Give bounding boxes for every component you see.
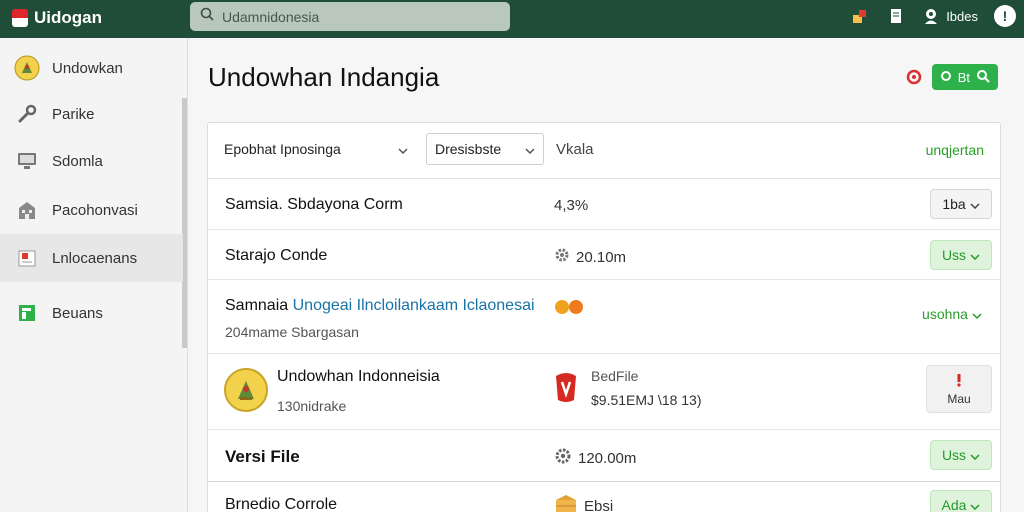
row-meta-value: 120.00m	[578, 449, 637, 467]
row-action-select[interactable]: Uss	[930, 440, 992, 470]
category-select[interactable]: Epobhat Ipnosinga	[216, 133, 416, 165]
help-icon[interactable]: !	[994, 5, 1016, 27]
circle-icon	[940, 70, 952, 85]
type-select-value: Dresisbste	[435, 141, 502, 157]
filter-bar: Epobhat Ipnosinga Dresisbste Vkala unqje…	[208, 123, 1000, 179]
sidebar-item-label: Parike	[52, 105, 95, 123]
chevron-down-icon	[525, 141, 535, 157]
row-action-select[interactable]: usohna	[912, 299, 992, 329]
row-action-select[interactable]: Uss	[930, 240, 992, 270]
filter-link[interactable]: unqjertan	[926, 142, 984, 158]
row-action-select[interactable]: 1ba	[930, 189, 992, 219]
user-icon[interactable]: Ibdes	[922, 6, 978, 26]
row-meta: 120.00m	[554, 447, 636, 469]
row-name-prefix: Samnaia	[225, 297, 289, 314]
table-row[interactable]: Samsia. Sbdayona Corm 4,3% 1ba	[208, 179, 1000, 230]
search-input[interactable]	[222, 8, 502, 25]
top-actions: Ibdes !	[850, 5, 1016, 27]
gear-icon	[554, 447, 572, 469]
search-bar[interactable]	[190, 2, 510, 31]
sidebar-item-pacohonvasi[interactable]: Pacohonvasi	[0, 186, 183, 234]
filter-label: Vkala	[556, 141, 594, 158]
table-row[interactable]: Samnaia Unogeai Ilncloilankaam Iclaonesa…	[208, 280, 1000, 354]
chevron-down-icon	[398, 141, 408, 157]
row-action-label: Ada	[941, 497, 967, 512]
row-action-button[interactable]: Mau	[926, 365, 992, 413]
notification-icon[interactable]	[850, 6, 870, 26]
brand-name: Uidogan	[34, 8, 102, 27]
chevron-down-icon	[970, 196, 980, 212]
row-action-label: usohna	[922, 306, 968, 322]
row-action-label: 1ba	[942, 196, 966, 212]
top-bar: Uidogan Ibdes !	[0, 0, 1024, 38]
table-row[interactable]: Brnedio Corrole Ebsi Ada	[208, 482, 1000, 512]
chevron-down-icon	[970, 447, 980, 463]
monitor-icon	[14, 148, 40, 174]
row-name-link[interactable]: Unogeai Ilncloilankaam Iclaonesai	[293, 297, 535, 314]
sidebar-item-label: Beuans	[52, 304, 103, 322]
sidebar-item-label: Undowkan	[52, 59, 123, 77]
title-actions: Bt	[904, 64, 998, 90]
document-icon[interactable]	[886, 6, 906, 26]
row-meta-value: Ebsi	[584, 497, 614, 512]
pdf-icon	[552, 370, 580, 409]
search-icon	[200, 7, 214, 26]
flag-document-icon	[14, 245, 40, 271]
refresh-icon[interactable]	[904, 67, 924, 87]
sidebar-item-label: Lnlocaenans	[52, 249, 138, 267]
building-icon	[14, 197, 40, 223]
row-name: Versi File	[225, 447, 300, 466]
row-name: Undowhan Indonneisia	[277, 368, 440, 385]
sidebar-item-sdomla[interactable]: Sdomla	[0, 137, 183, 185]
green-flag-icon	[14, 300, 40, 326]
row-subtitle: 204mame Sbargasan	[225, 324, 359, 340]
sidebar-item-lnlocaenans[interactable]: Lnlocaenans	[0, 234, 183, 282]
search-icon	[976, 69, 990, 86]
row-meta: 4,3%	[554, 197, 589, 214]
table-row[interactable]: Undowhan Indonneisia 130nidrake BedFile …	[208, 354, 1000, 430]
table-row[interactable]: Versi File 120.00m Uss	[208, 430, 1000, 482]
row-action-label: Uss	[941, 447, 967, 463]
row-meta: 20.10m	[554, 247, 626, 267]
gear-icon	[554, 247, 570, 267]
user-label: Ibdes	[946, 8, 978, 24]
chevron-down-icon	[970, 247, 980, 263]
brand[interactable]: Uidogan	[12, 8, 102, 28]
sidebar-item-undowkan[interactable]: Undowkan	[0, 44, 183, 92]
row-name: Samnaia Unogeai Ilncloilankaam Iclaonesa…	[225, 297, 535, 315]
emblem-icon	[14, 55, 40, 81]
row-meta-value: 20.10m	[576, 248, 627, 266]
row-name: Starajo Conde	[225, 247, 328, 264]
box-icon	[554, 494, 578, 512]
go-button[interactable]: Bt	[931, 64, 998, 90]
type-select[interactable]: Dresisbste	[426, 133, 544, 165]
indonesia-flag-icon	[12, 9, 28, 27]
row-action-label: Uss	[941, 247, 967, 263]
sidebar: Undowkan Parike Sdomla Pacohonvasi Lnloc…	[0, 38, 188, 512]
emblem-icon	[224, 368, 268, 412]
sidebar-item-parike[interactable]: Parike	[0, 90, 183, 138]
go-button-label: Bt	[957, 69, 970, 85]
row-meta-top: BedFile	[591, 368, 639, 384]
chevron-down-icon	[972, 306, 982, 322]
sidebar-item-beuans[interactable]: Beuans	[0, 289, 183, 337]
row-action-select[interactable]: Ada	[930, 490, 992, 512]
row-subtitle: 130nidrake	[277, 398, 347, 414]
row-name: Samsia. Sbdayona Corm	[225, 196, 403, 213]
row-name: Brnedio Corrole	[225, 496, 338, 512]
category-select-value: Epobhat Ipnosinga	[224, 141, 341, 157]
orange-dots-icon	[554, 299, 588, 320]
alert-icon	[954, 373, 964, 390]
row-meta-bottom: $9.51EMJ \18 13)	[591, 392, 702, 408]
page-title: Undowhan Indangia	[208, 62, 440, 92]
sidebar-item-label: Sdomla	[52, 152, 103, 170]
chevron-down-icon	[970, 497, 980, 512]
table-row[interactable]: Starajo Conde 20.10m Uss	[208, 230, 1000, 280]
row-meta: Ebsi	[554, 494, 613, 512]
sidebar-item-label: Pacohonvasi	[52, 201, 138, 219]
row-action-label: Mau	[947, 391, 971, 406]
results-panel: Epobhat Ipnosinga Dresisbste Vkala unqje…	[207, 122, 1001, 512]
wrench-icon	[14, 101, 40, 127]
